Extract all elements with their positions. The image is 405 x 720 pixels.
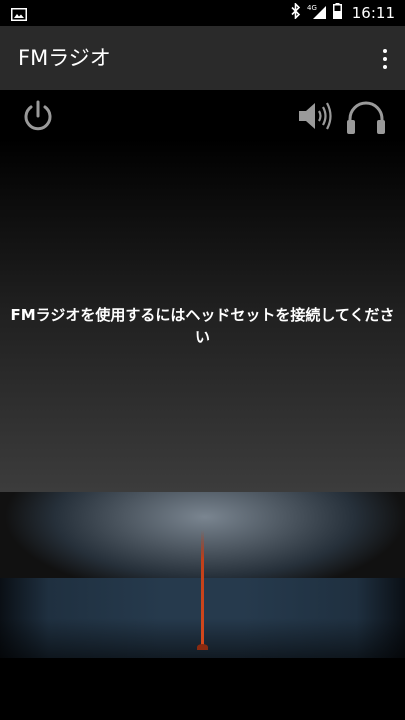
headset-icon (345, 98, 387, 136)
app-bar: FMラジオ (0, 26, 405, 90)
network-type-label: 4G (307, 4, 317, 12)
status-bar: 4G 16:11 (0, 0, 405, 26)
connect-headset-message: FMラジオを使用するにはヘッドセットを接続してください (10, 306, 395, 346)
frequency-tuner[interactable] (0, 492, 405, 720)
status-time: 16:11 (351, 4, 395, 22)
speaker-icon[interactable] (296, 98, 334, 134)
menu-dot (383, 65, 387, 69)
power-icon[interactable] (20, 98, 56, 134)
menu-dot (383, 57, 387, 61)
radio-main-area: FMラジオを使用するにはヘッドセットを接続してください (0, 90, 405, 492)
app-title: FMラジオ (18, 46, 111, 70)
more-vert-icon[interactable] (379, 48, 391, 70)
signal-icon: 4G (307, 3, 327, 23)
tuner-needle[interactable] (201, 530, 204, 648)
bluetooth-icon (291, 2, 301, 23)
tuner-needle-base (197, 644, 208, 650)
battery-icon (332, 3, 342, 23)
menu-dot (383, 49, 387, 53)
status-icons: 4G 16:11 (291, 0, 395, 26)
image-icon (11, 6, 27, 21)
